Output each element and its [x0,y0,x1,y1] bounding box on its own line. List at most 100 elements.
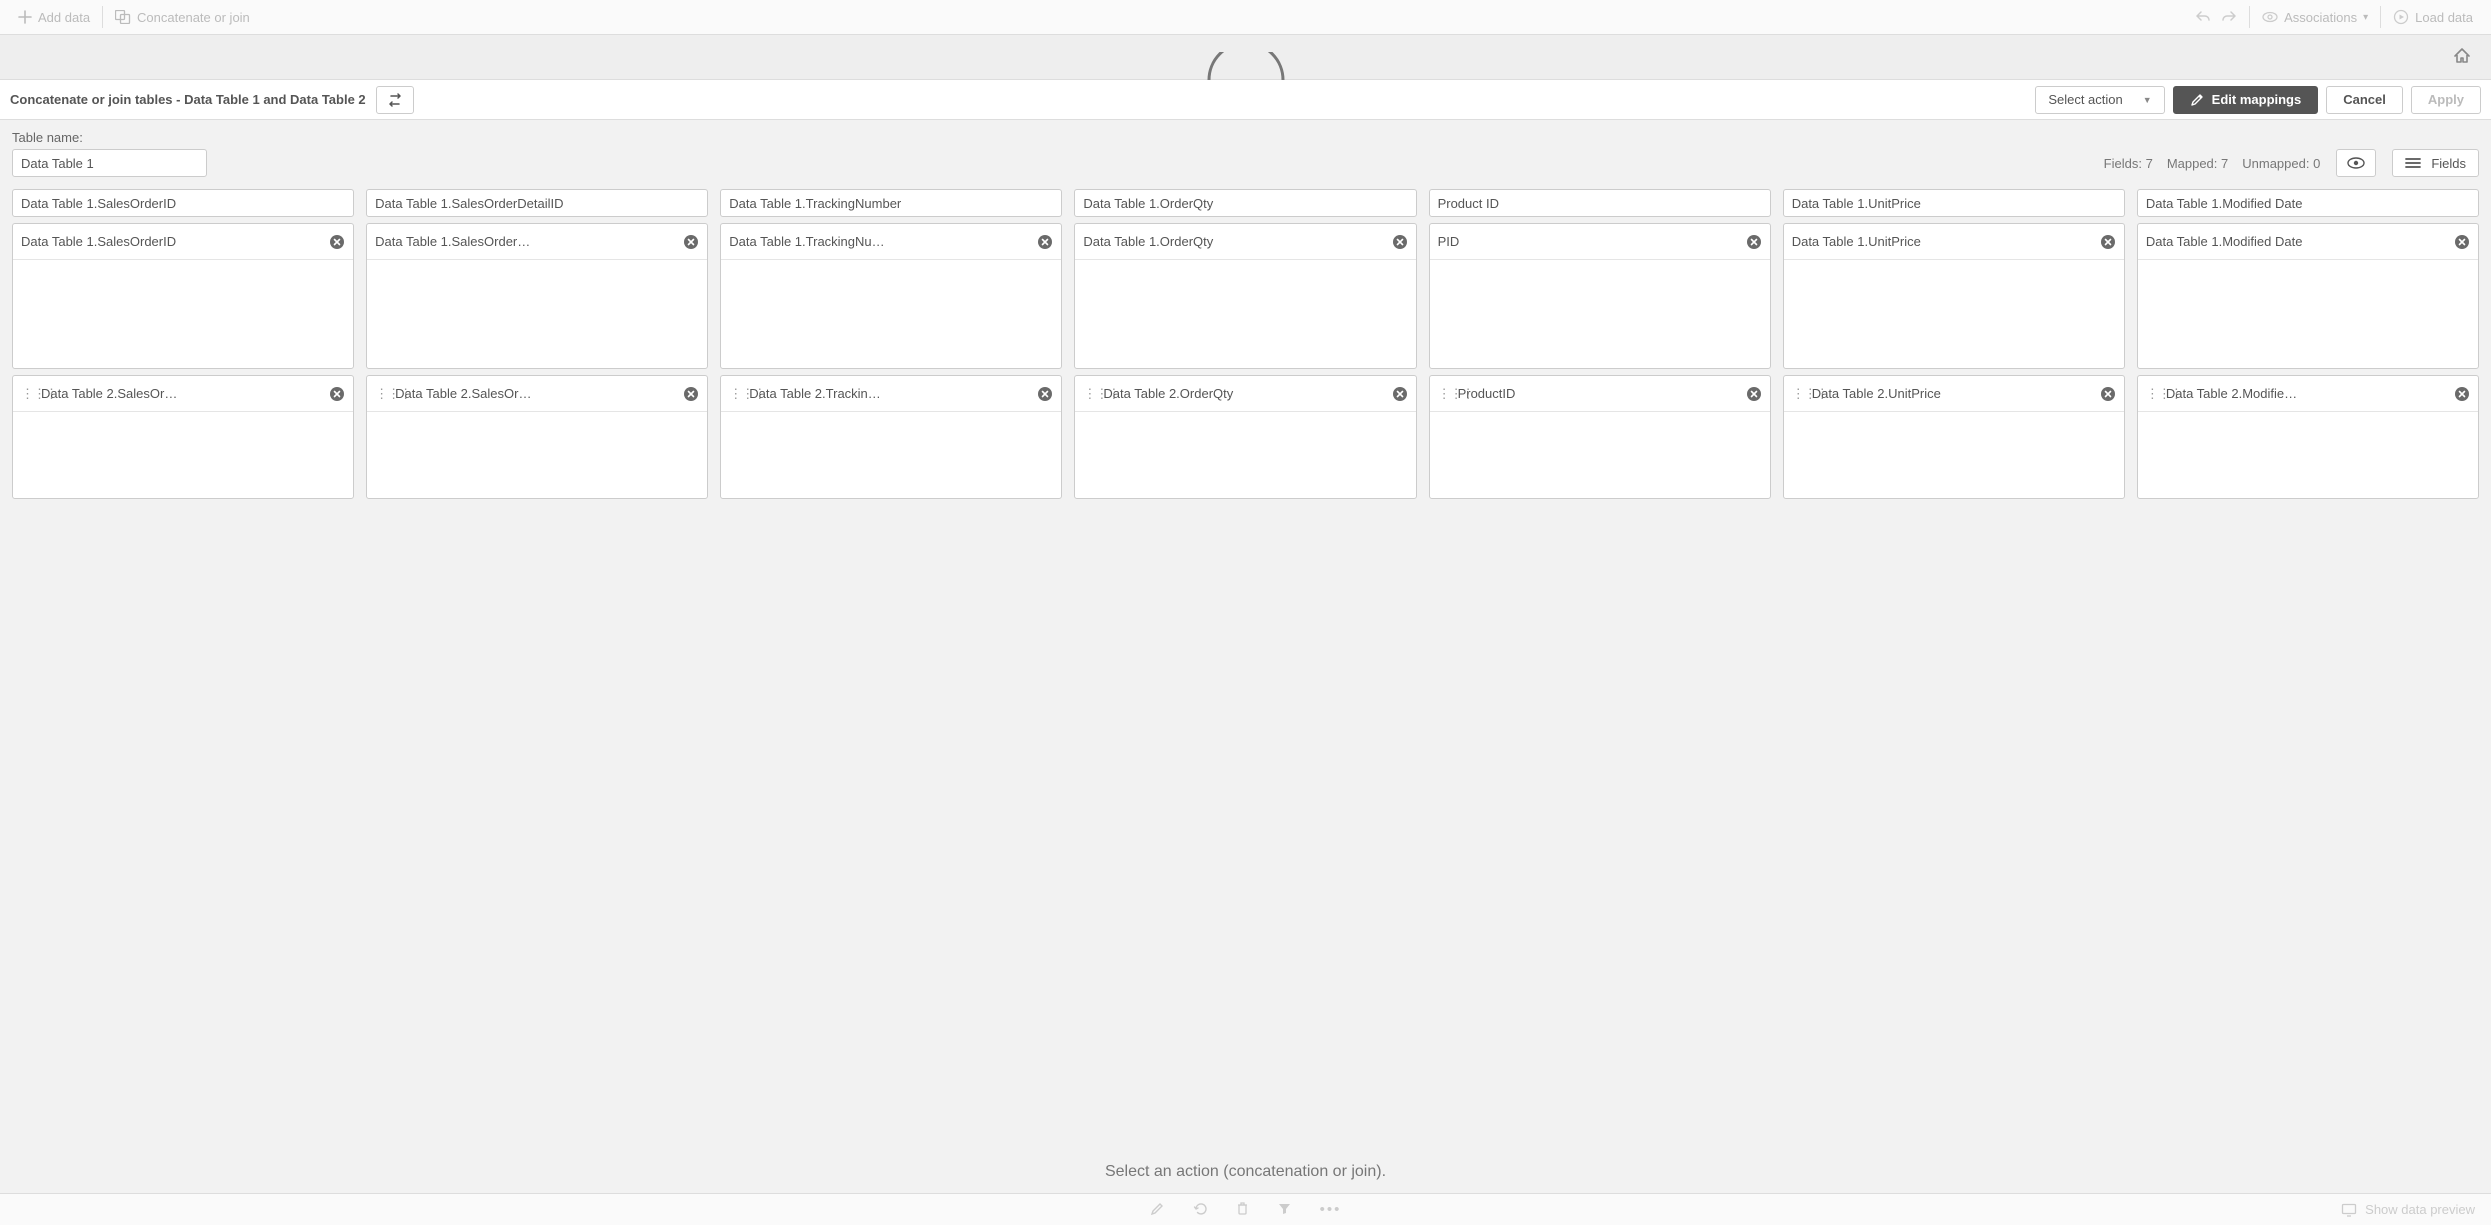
edit-mappings-label: Edit mappings [2212,92,2302,107]
preview-toggle-button[interactable] [2336,149,2376,177]
column-header-input[interactable]: Data Table 1.SalesOrderID [12,189,354,217]
column-header-input[interactable]: Data Table 1.UnitPrice [1783,189,2125,217]
source-mapping-box: Data Table 1.SalesOrder… [366,223,708,369]
mapping-column: Product ID PID ⋮⋮⋮ ProductID [1429,189,1771,499]
fields-button[interactable]: Fields [2392,149,2479,177]
edit-mappings-button[interactable]: Edit mappings [2173,86,2319,114]
trash-icon [1236,1201,1249,1218]
remove-icon[interactable] [683,386,699,402]
column-header-input[interactable]: Product ID [1429,189,1771,217]
source-mapping-box: PID [1429,223,1771,369]
undo-icon [2195,10,2211,24]
footer: ••• Show data preview [0,1193,2491,1225]
toolbar-divider [2380,6,2381,28]
mapping-label: Data Table 1.TrackingNu… [729,234,1029,249]
select-action-dropdown[interactable]: Select action ▼ [2035,86,2164,114]
concat-join-label: Concatenate or join [137,10,250,25]
source-mapping-box: Data Table 1.Modified Date [2137,223,2479,369]
mapping-row[interactable]: ⋮⋮⋮ Data Table 2.SalesOr… [13,376,353,412]
remove-icon[interactable] [329,234,345,250]
action-right: Select action ▼ Edit mappings Cancel App… [2035,86,2481,114]
drag-grip-icon[interactable]: ⋮⋮⋮ [729,387,741,400]
columns-wrap: Data Table 1.SalesOrderID Data Table 1.S… [0,183,2491,499]
column-header-input[interactable]: Data Table 1.Modified Date [2137,189,2479,217]
show-preview-button: Show data preview [2341,1202,2475,1217]
more-icon: ••• [1320,1201,1342,1218]
mapping-row[interactable]: PID [1430,224,1770,260]
mapping-row[interactable]: Data Table 1.OrderQty [1075,224,1415,260]
home-button[interactable] [2453,47,2471,65]
column-header-input[interactable]: Data Table 1.OrderQty [1074,189,1416,217]
mapping-label: ProductID [1458,386,1738,401]
mapping-column: Data Table 1.TrackingNumber Data Table 1… [720,189,1062,499]
page-title: Concatenate or join tables - Data Table … [10,92,366,107]
mapping-row[interactable]: Data Table 1.Modified Date [2138,224,2478,260]
drag-grip-icon[interactable]: ⋮⋮⋮ [2146,387,2158,400]
apply-label: Apply [2428,92,2464,107]
column-header-input[interactable]: Data Table 1.TrackingNumber [720,189,1062,217]
drag-grip-icon[interactable]: ⋮⋮⋮ [1083,387,1095,400]
add-data-label: Add data [38,10,90,25]
list-icon [2405,157,2421,169]
mapping-row[interactable]: ⋮⋮⋮ Data Table 2.UnitPrice [1784,376,2124,412]
mapping-column: Data Table 1.SalesOrderDetailID Data Tab… [366,189,708,499]
fields-label: Fields [2431,156,2466,171]
action-left: Concatenate or join tables - Data Table … [10,86,414,114]
drag-grip-icon[interactable]: ⋮⋮⋮ [375,387,387,400]
mapping-label: Data Table 1.OrderQty [1083,234,1383,249]
drag-grip-icon[interactable]: ⋮⋮⋮ [21,387,33,400]
filter-icon [1277,1201,1292,1218]
table-name-input[interactable] [12,149,207,177]
mapping-row[interactable]: ⋮⋮⋮ ProductID [1430,376,1770,412]
mapping-row[interactable]: ⋮⋮⋮ Data Table 2.SalesOr… [367,376,707,412]
toolbar-right: Associations ▾ Load data [2185,0,2483,34]
mapping-row[interactable]: Data Table 1.TrackingNu… [721,224,1061,260]
stat-fields: Fields: 7 [2104,156,2153,171]
mapping-label: Data Table 2.SalesOr… [395,386,675,401]
remove-icon[interactable] [1392,386,1408,402]
remove-icon[interactable] [329,386,345,402]
add-data-button: Add data [8,0,100,34]
remove-icon[interactable] [1746,234,1762,250]
remove-icon[interactable] [2100,234,2116,250]
swap-button[interactable] [376,86,414,114]
toolbar-divider [102,6,103,28]
drag-grip-icon[interactable]: ⋮⋮⋮ [1792,387,1804,400]
column-header-input[interactable]: Data Table 1.SalesOrderDetailID [366,189,708,217]
mapping-label: Data Table 2.UnitPrice [1812,386,2092,401]
remove-icon[interactable] [1037,386,1053,402]
mapping-label: Data Table 1.Modified Date [2146,234,2446,249]
remove-icon[interactable] [1746,386,1762,402]
undo-button [2185,0,2221,34]
mapping-column: Data Table 1.SalesOrderID Data Table 1.S… [12,189,354,499]
associations-icon [2262,11,2278,23]
mapping-row[interactable]: ⋮⋮⋮ Data Table 2.OrderQty [1075,376,1415,412]
drag-grip-icon[interactable]: ⋮⋮⋮ [1438,387,1450,400]
toolbar-left: Add data Concatenate or join [8,0,260,34]
monitor-icon [2341,1203,2357,1217]
action-prompt: Select an action (concatenation or join)… [0,1163,2491,1181]
mapping-row[interactable]: Data Table 1.SalesOrderID [13,224,353,260]
source-mapping-box: Data Table 1.OrderQty [1074,223,1416,369]
mapping-column: Data Table 1.OrderQty Data Table 1.Order… [1074,189,1416,499]
remove-icon[interactable] [1392,234,1408,250]
mapping-row[interactable]: ⋮⋮⋮ Data Table 2.Modifie… [2138,376,2478,412]
mapping-label: PID [1438,234,1738,249]
mapping-row[interactable]: ⋮⋮⋮ Data Table 2.Trackin… [721,376,1061,412]
redo-icon [2221,10,2237,24]
pencil-icon [2190,93,2204,107]
mapping-row[interactable]: Data Table 1.UnitPrice [1784,224,2124,260]
remove-icon[interactable] [2100,386,2116,402]
remove-icon[interactable] [2454,386,2470,402]
mapping-label: Data Table 2.Trackin… [749,386,1029,401]
plus-icon [18,10,32,24]
footer-icons: ••• [1150,1201,1342,1218]
mapping-row[interactable]: Data Table 1.SalesOrder… [367,224,707,260]
arc-handle[interactable] [1206,52,1286,80]
source-mapping-box: Data Table 1.TrackingNu… [720,223,1062,369]
cancel-button[interactable]: Cancel [2326,86,2403,114]
remove-icon[interactable] [683,234,699,250]
source-mapping-box: Data Table 1.UnitPrice [1783,223,2125,369]
remove-icon[interactable] [1037,234,1053,250]
remove-icon[interactable] [2454,234,2470,250]
